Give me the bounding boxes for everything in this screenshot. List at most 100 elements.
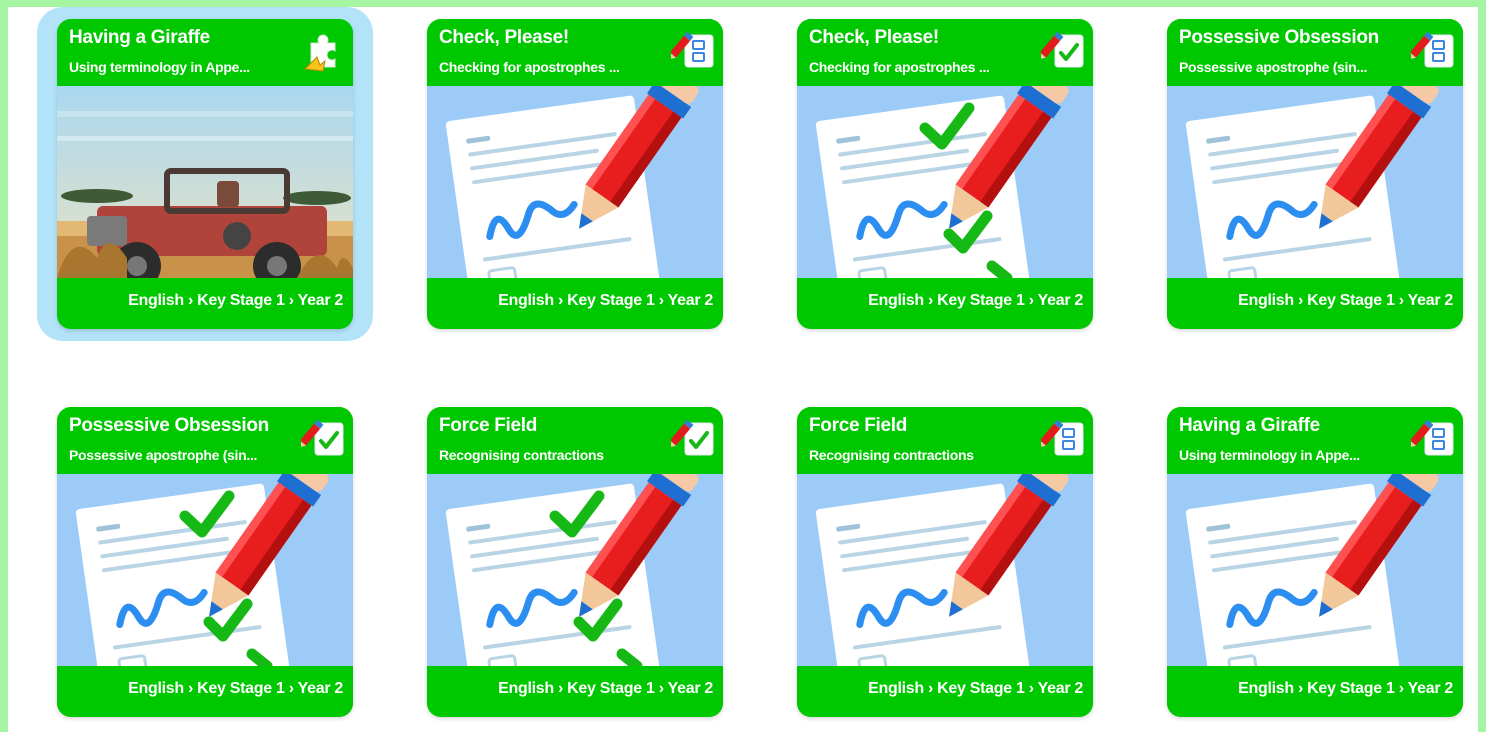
- card-thumbnail: [427, 86, 723, 278]
- card-title: Force Field: [809, 415, 908, 436]
- card-thumbnail: [1167, 86, 1463, 278]
- card-title: Check, Please!: [809, 27, 939, 48]
- crumb-key-stage: Key Stage 1: [567, 680, 655, 697]
- pencil-check-icon: [1039, 29, 1087, 75]
- activity-card[interactable]: Force Field Recognising contractions Eng…: [427, 407, 723, 717]
- crumb-key-stage: Key Stage 1: [1307, 680, 1395, 697]
- card-header: Force Field Recognising contractions: [427, 407, 723, 474]
- card-header: Possessive Obsession Possessive apostrop…: [57, 407, 353, 474]
- card-breadcrumb: English › Key Stage 1 › Year 2: [1238, 680, 1453, 698]
- crumb-year: Year 2: [1037, 680, 1084, 697]
- crumb-separator: ›: [658, 292, 664, 309]
- pencil-check-icon: [669, 417, 717, 463]
- card-subtitle: Recognising contractions: [809, 447, 974, 463]
- card-thumbnail: [427, 474, 723, 666]
- card-header: Check, Please! Checking for apostrophes …: [427, 19, 723, 86]
- crumb-subject: English: [498, 680, 554, 697]
- activity-card[interactable]: Possessive Obsession Possessive apostrop…: [1167, 19, 1463, 329]
- activity-card[interactable]: Check, Please! Checking for apostrophes …: [427, 19, 723, 329]
- card-footer: English › Key Stage 1 › Year 2: [1167, 278, 1463, 329]
- crumb-subject: English: [128, 292, 184, 309]
- crumb-key-stage: Key Stage 1: [197, 292, 285, 309]
- crumb-year: Year 2: [297, 680, 344, 697]
- crumb-separator: ›: [288, 292, 294, 309]
- card-header: Having a Giraffe Using terminology in Ap…: [1167, 407, 1463, 474]
- card-subtitle: Checking for apostrophes ...: [809, 59, 990, 75]
- crumb-subject: English: [128, 680, 184, 697]
- crumb-separator: ›: [1028, 292, 1034, 309]
- crumb-subject: English: [868, 292, 924, 309]
- crumb-separator: ›: [658, 680, 664, 697]
- card-footer: English › Key Stage 1 › Year 2: [797, 666, 1093, 717]
- crumb-year: Year 2: [1407, 292, 1454, 309]
- card-thumbnail: [57, 86, 353, 278]
- crumb-year: Year 2: [667, 680, 714, 697]
- crumb-subject: English: [1238, 680, 1294, 697]
- crumb-subject: English: [868, 680, 924, 697]
- crumb-separator: ›: [1297, 680, 1304, 697]
- card-header: Having a Giraffe Using terminology in Ap…: [57, 19, 353, 86]
- card-breadcrumb: English › Key Stage 1 › Year 2: [1238, 292, 1453, 310]
- card-breadcrumb: English › Key Stage 1 › Year 2: [128, 292, 343, 310]
- card-thumbnail: [797, 474, 1093, 666]
- card-subtitle: Possessive apostrophe (sin...: [1179, 59, 1368, 75]
- pencil-list-icon: [669, 29, 717, 75]
- crumb-separator: ›: [1398, 680, 1404, 697]
- puzzle-icon: [301, 29, 347, 75]
- card-subtitle: Using terminology in Appe...: [69, 59, 250, 75]
- card-footer: English › Key Stage 1 › Year 2: [797, 278, 1093, 329]
- activity-card[interactable]: Having a Giraffe Using terminology in Ap…: [57, 19, 353, 329]
- pencil-list-icon: [1409, 417, 1457, 463]
- activity-card[interactable]: Force Field Recognising contractions Eng…: [797, 407, 1093, 717]
- pencil-check-icon: [299, 417, 347, 463]
- card-breadcrumb: English › Key Stage 1 › Year 2: [498, 680, 713, 698]
- activity-card[interactable]: Check, Please! Checking for apostrophes …: [797, 19, 1093, 329]
- card-footer: English › Key Stage 1 › Year 2: [1167, 666, 1463, 717]
- crumb-separator: ›: [1028, 680, 1034, 697]
- activity-grid-page: Having a Giraffe Using terminology in Ap…: [8, 7, 1478, 732]
- crumb-key-stage: Key Stage 1: [937, 292, 1025, 309]
- card-title: Force Field: [439, 415, 538, 436]
- card-footer: English › Key Stage 1 › Year 2: [427, 666, 723, 717]
- card-breadcrumb: English › Key Stage 1 › Year 2: [128, 680, 343, 698]
- card-title: Having a Giraffe: [1179, 415, 1320, 436]
- card-header: Check, Please! Checking for apostrophes …: [797, 19, 1093, 86]
- crumb-subject: English: [498, 292, 554, 309]
- card-title: Having a Giraffe: [69, 27, 210, 48]
- card-title: Possessive Obsession: [1179, 27, 1379, 48]
- card-subtitle: Checking for apostrophes ...: [439, 59, 620, 75]
- crumb-year: Year 2: [1037, 292, 1084, 309]
- crumb-separator: ›: [288, 680, 294, 697]
- activity-card[interactable]: Having a Giraffe Using terminology in Ap…: [1167, 407, 1463, 717]
- card-breadcrumb: English › Key Stage 1 › Year 2: [868, 680, 1083, 698]
- card-thumbnail: [1167, 474, 1463, 666]
- card-breadcrumb: English › Key Stage 1 › Year 2: [498, 292, 713, 310]
- crumb-year: Year 2: [297, 292, 344, 309]
- card-subtitle: Using terminology in Appe...: [1179, 447, 1360, 463]
- activity-card[interactable]: Possessive Obsession Possessive apostrop…: [57, 407, 353, 717]
- card-title: Check, Please!: [439, 27, 569, 48]
- card-footer: English › Key Stage 1 › Year 2: [57, 666, 353, 717]
- crumb-year: Year 2: [1407, 680, 1454, 697]
- card-thumbnail: [57, 474, 353, 666]
- card-footer: English › Key Stage 1 › Year 2: [427, 278, 723, 329]
- pencil-list-icon: [1039, 417, 1087, 463]
- crumb-key-stage: Key Stage 1: [567, 292, 655, 309]
- crumb-separator: ›: [1398, 292, 1404, 309]
- crumb-year: Year 2: [667, 292, 714, 309]
- crumb-key-stage: Key Stage 1: [937, 680, 1025, 697]
- crumb-separator: ›: [557, 292, 564, 309]
- card-breadcrumb: English › Key Stage 1 › Year 2: [868, 292, 1083, 310]
- card-header: Force Field Recognising contractions: [797, 407, 1093, 474]
- crumb-separator: ›: [1297, 292, 1304, 309]
- card-subtitle: Recognising contractions: [439, 447, 604, 463]
- card-thumbnail: [797, 86, 1093, 278]
- crumb-separator: ›: [557, 680, 564, 697]
- pencil-list-icon: [1409, 29, 1457, 75]
- crumb-separator: ›: [927, 680, 934, 697]
- crumb-separator: ›: [187, 680, 194, 697]
- crumb-key-stage: Key Stage 1: [197, 680, 285, 697]
- card-footer: English › Key Stage 1 › Year 2: [57, 278, 353, 329]
- crumb-separator: ›: [927, 292, 934, 309]
- crumb-subject: English: [1238, 292, 1294, 309]
